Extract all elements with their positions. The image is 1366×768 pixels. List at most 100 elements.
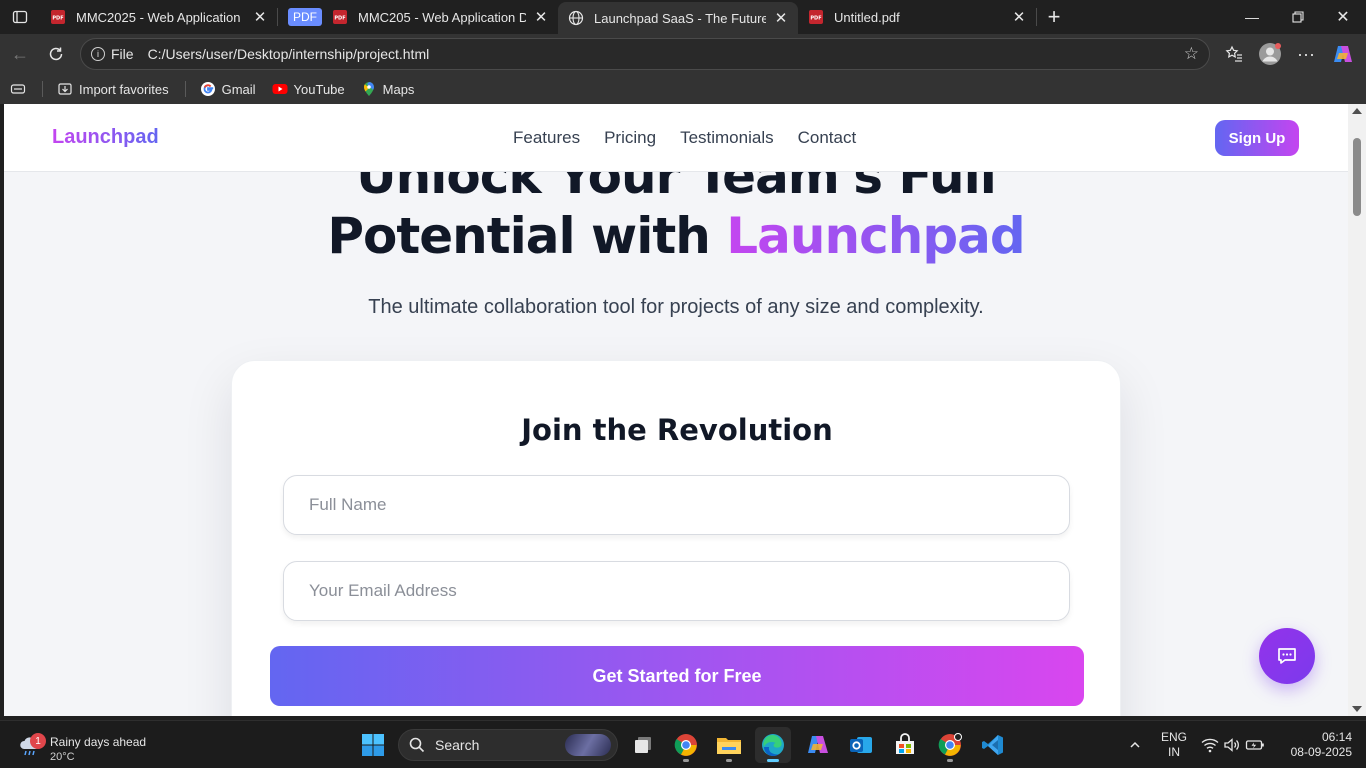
scroll-down-icon[interactable] xyxy=(1352,706,1362,712)
region-code: IN xyxy=(1168,745,1180,759)
email-input[interactable] xyxy=(283,561,1070,621)
close-icon: ✕ xyxy=(1336,9,1350,26)
reader-icon xyxy=(10,84,26,94)
tab-close-icon[interactable]: ✕ xyxy=(1010,8,1028,26)
tab-close-icon[interactable]: ✕ xyxy=(251,8,269,26)
bookmark-maps[interactable]: Maps xyxy=(361,81,414,97)
start-button[interactable] xyxy=(355,727,391,763)
copilot-icon xyxy=(808,736,828,753)
running-indicator xyxy=(683,759,689,762)
nav-link-features[interactable]: Features xyxy=(513,128,580,148)
taskbar-chrome[interactable] xyxy=(668,727,704,763)
site-logo[interactable]: Launchpad xyxy=(52,126,159,149)
running-indicator xyxy=(947,759,953,762)
pdf-icon: PDF xyxy=(333,10,347,24)
plus-icon: + xyxy=(1047,4,1061,29)
bookmark-youtube[interactable]: YouTube xyxy=(272,81,345,97)
info-icon[interactable]: i xyxy=(91,47,105,61)
task-view-button[interactable] xyxy=(625,727,661,763)
hero-subtitle: The ultimate collaboration tool for proj… xyxy=(368,296,984,318)
taskbar-outlook[interactable] xyxy=(843,727,879,763)
scroll-up-icon[interactable] xyxy=(1352,108,1362,114)
nav-link-testimonials[interactable]: Testimonials xyxy=(680,128,774,148)
taskbar-store[interactable] xyxy=(887,727,923,763)
bookmark-label: Gmail xyxy=(221,81,256,97)
taskbar-copilot[interactable] xyxy=(800,727,836,763)
page-scrollbar[interactable] xyxy=(1348,104,1366,716)
chrome-icon xyxy=(674,734,697,756)
scrollbar-thumb[interactable] xyxy=(1353,138,1361,216)
input-language-indicator[interactable]: ENG IN xyxy=(1156,730,1192,760)
browser-toolbar: ← i File C:/Users/user/Desktop/internshi… xyxy=(0,34,1366,74)
chat-button[interactable] xyxy=(1259,628,1315,684)
favorites-button[interactable] xyxy=(1216,34,1252,74)
nav-link-contact[interactable]: Contact xyxy=(798,128,857,148)
taskbar-vscode[interactable] xyxy=(975,727,1011,763)
tab-mmc205[interactable]: PDF PDF MMC205 - Web Application Deve ✕ xyxy=(278,0,558,34)
pdf-badge: PDF xyxy=(288,8,322,26)
new-tab-button[interactable]: + xyxy=(1037,0,1071,34)
taskbar-edge[interactable] xyxy=(755,727,791,763)
hero-title-line2-prefix: Potential with xyxy=(327,207,727,265)
google-icon xyxy=(200,81,216,97)
pdf-icon: PDF xyxy=(51,10,65,24)
tab-close-icon[interactable]: ✕ xyxy=(772,9,790,27)
tab-untitled-pdf[interactable]: PDF Untitled.pdf ✕ xyxy=(798,0,1036,34)
url-text[interactable]: C:/Users/user/Desktop/internship/project… xyxy=(148,46,430,62)
copilot-button[interactable] xyxy=(1325,34,1361,74)
site-nav-links: Features Pricing Testimonials Contact xyxy=(513,128,856,148)
back-arrow-icon: ← xyxy=(11,43,29,64)
system-clock[interactable]: 06:14 08-09-2025 xyxy=(1276,730,1352,760)
system-tray-status[interactable] xyxy=(1198,727,1268,763)
active-indicator xyxy=(767,759,779,762)
svg-text:PDF: PDF xyxy=(334,16,345,22)
globe-icon xyxy=(568,10,584,26)
chrome-icon xyxy=(938,733,962,756)
chevron-up-icon xyxy=(1130,741,1140,748)
favorites-bar-toggle[interactable] xyxy=(10,81,26,97)
more-menu-button[interactable]: ··· xyxy=(1288,34,1324,74)
restore-icon xyxy=(1292,11,1304,23)
sign-up-button[interactable]: Sign Up xyxy=(1215,120,1299,156)
chat-icon xyxy=(1278,648,1296,664)
svg-text:PDF: PDF xyxy=(52,16,63,22)
nav-link-pricing[interactable]: Pricing xyxy=(604,128,656,148)
bookmark-gmail[interactable]: Gmail xyxy=(200,81,256,97)
favorite-star-icon[interactable]: ☆ xyxy=(1184,44,1199,64)
signup-card: Join the Revolution Get Started for Free xyxy=(231,360,1121,716)
taskbar-chrome-profile[interactable] xyxy=(932,727,968,763)
tab-mmc2025[interactable]: PDF MMC2025 - Web Application Dev ✕ xyxy=(40,0,277,34)
minimize-button[interactable]: — xyxy=(1229,0,1275,34)
bookmark-label: YouTube xyxy=(293,81,345,97)
full-name-input[interactable] xyxy=(283,475,1070,535)
search-icon xyxy=(409,737,425,753)
show-hidden-icons-button[interactable] xyxy=(1118,727,1152,763)
bookmark-label: Import favorites xyxy=(79,81,169,97)
running-indicator xyxy=(726,759,732,762)
weather-widget[interactable]: 1 Rainy days ahead 20°C xyxy=(16,727,186,763)
tab-actions-icon xyxy=(12,10,28,24)
bookmark-import-favorites[interactable]: Import favorites xyxy=(57,81,169,97)
refresh-button[interactable] xyxy=(38,36,74,72)
tab-actions-button[interactable] xyxy=(0,0,40,34)
youtube-icon xyxy=(272,81,288,97)
language-code: ENG xyxy=(1160,730,1187,744)
more-dots-icon: ··· xyxy=(1297,43,1315,64)
search-highlight-image xyxy=(565,734,611,756)
clock-date: 08-09-2025 xyxy=(1290,745,1352,759)
tab-title: Launchpad SaaS - The Future of P xyxy=(594,10,766,26)
tab-close-icon[interactable]: ✕ xyxy=(532,8,550,26)
profile-button[interactable] xyxy=(1252,34,1288,74)
taskbar-search[interactable]: Search xyxy=(398,729,618,761)
get-started-button[interactable]: Get Started for Free xyxy=(270,646,1084,706)
refresh-icon xyxy=(49,47,63,61)
maps-icon xyxy=(361,81,377,97)
tab-launchpad-active[interactable]: Launchpad SaaS - The Future of P ✕ xyxy=(558,2,798,34)
restore-button[interactable] xyxy=(1275,0,1321,34)
taskbar-file-explorer[interactable] xyxy=(711,727,747,763)
address-bar[interactable]: i File C:/Users/user/Desktop/internship/… xyxy=(80,38,1210,70)
close-window-button[interactable]: ✕ xyxy=(1320,0,1366,34)
back-button[interactable]: ← xyxy=(2,36,38,72)
tab-title: MMC205 - Web Application Deve xyxy=(358,9,526,25)
favorites-bar: Import favorites Gmail YouTube Maps xyxy=(0,74,1366,104)
